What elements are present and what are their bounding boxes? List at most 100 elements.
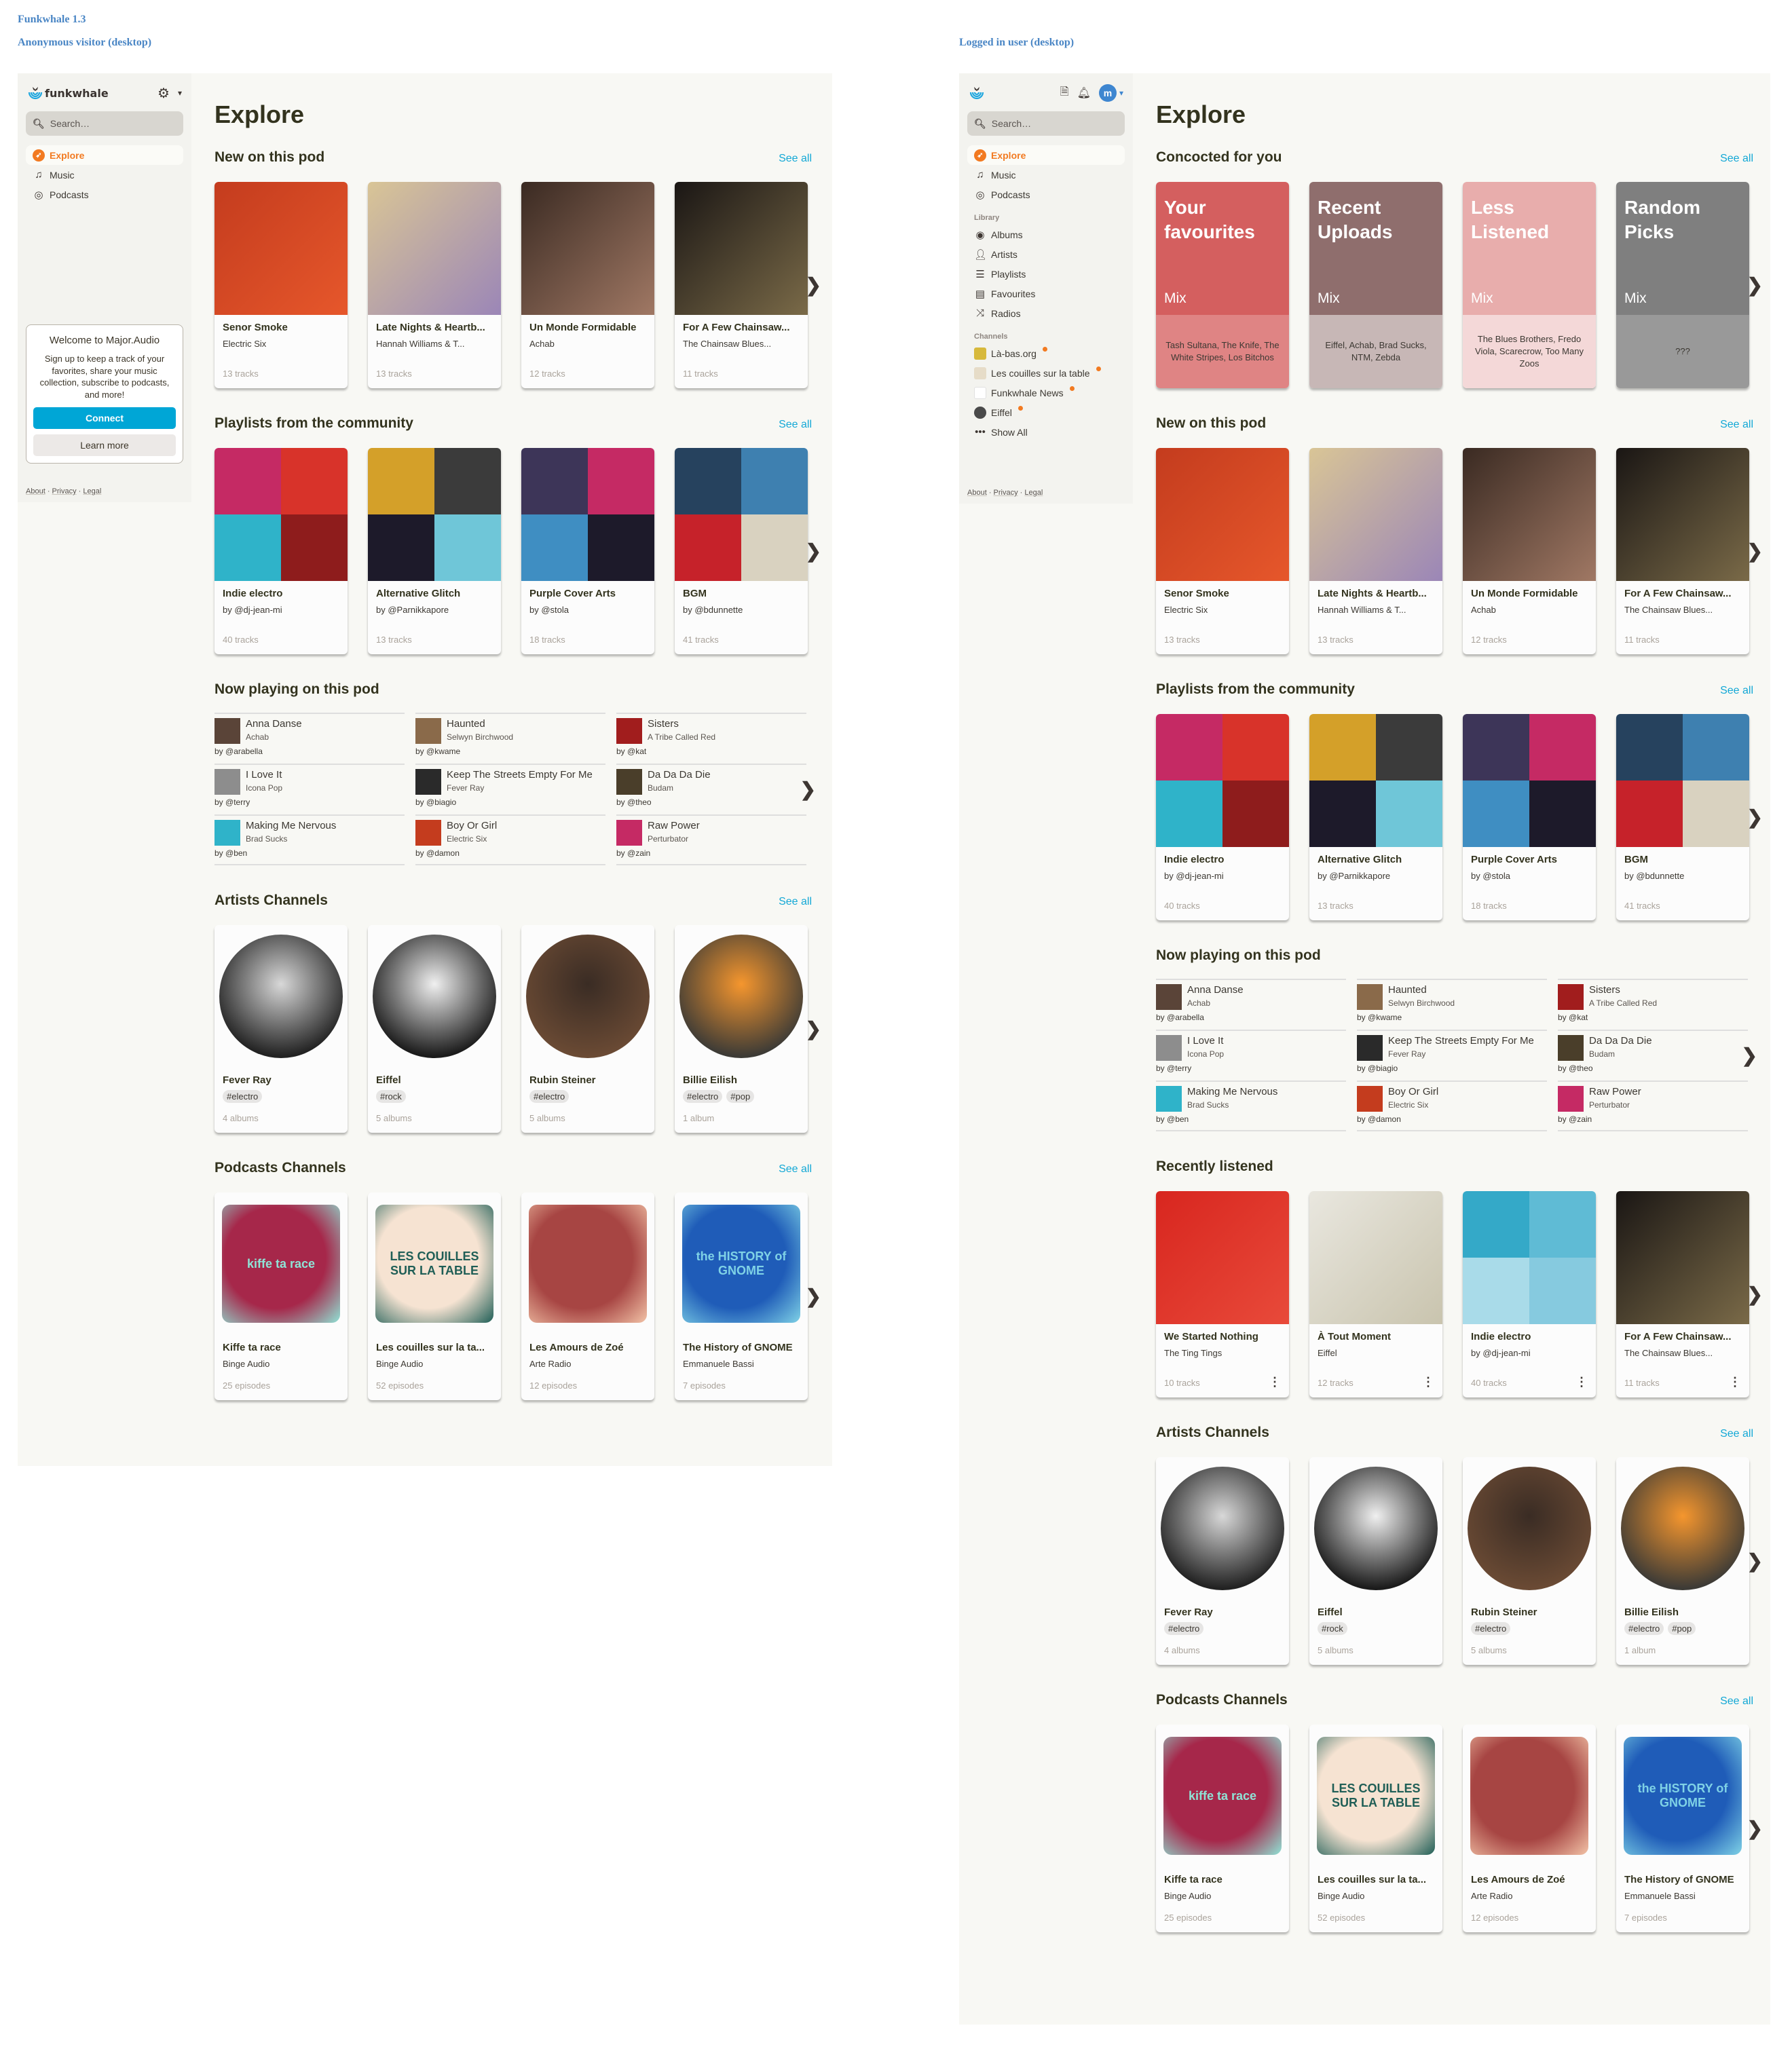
now-playing-item[interactable]: Keep The Streets Empty For Me Fever Ray by… [415, 764, 605, 814]
track-title[interactable]: Haunted [447, 718, 513, 730]
track-artist[interactable]: Selwyn Birchwood [1388, 998, 1455, 1008]
podcast-author[interactable]: Binge Audio [1164, 1891, 1281, 1901]
track-title[interactable]: Making Me Nervous [246, 820, 336, 831]
track-title[interactable]: Anna Danse [246, 718, 302, 730]
podcast-card[interactable]: Les Amours de Zoé Arte Radio 12 episodes [521, 1192, 654, 1400]
album-card[interactable]: Un Monde Formidable Achab 12 tracks [521, 182, 654, 388]
now-playing-item[interactable]: Making Me Nervous Brad Sucks by @ben [214, 814, 405, 865]
podcast-card[interactable]: Les Amours de Zoé Arte Radio 12 episodes [1463, 1725, 1596, 1932]
card-title[interactable]: BGM [1624, 854, 1741, 865]
next-arrow-icon[interactable]: ❯ [1742, 1044, 1757, 1066]
track-artist[interactable]: Achab [246, 732, 302, 742]
tag[interactable]: #electro [529, 1090, 570, 1103]
track-title[interactable]: I Love It [1187, 1035, 1224, 1047]
card-owner[interactable]: by @dj-jean-mi [1164, 871, 1281, 881]
track-artist[interactable]: Brad Sucks [1187, 1100, 1277, 1110]
card-artist[interactable]: Hannah Williams & T... [1318, 605, 1434, 615]
album-card[interactable]: Late Nights & Heartb... Hannah Williams &… [1309, 448, 1442, 654]
track-artist[interactable]: Perturbator [648, 834, 700, 844]
listener-user[interactable]: by @biagio [1357, 1064, 1547, 1073]
playlist-card[interactable]: Indie electro by @dj-jean-mi 40 tracks [1156, 714, 1289, 920]
now-playing-item[interactable]: I Love It Icona Pop by @terry [214, 764, 405, 814]
search-input[interactable] [991, 118, 1114, 129]
now-playing-item[interactable]: Sisters A Tribe Called Red by @kat [1558, 979, 1748, 1030]
listener-user[interactable]: by @zain [1558, 1114, 1748, 1124]
now-playing-item[interactable]: Boy Or Girl Electric Six by @damon [1357, 1080, 1547, 1131]
card-owner[interactable]: by @stola [529, 605, 646, 615]
listener-user[interactable]: by @ben [1156, 1114, 1346, 1124]
legal-link[interactable]: Legal [1024, 489, 1043, 497]
card-owner[interactable]: by @bdunnette [683, 605, 800, 615]
next-arrow-icon[interactable]: ❯ [800, 778, 816, 800]
tag[interactable]: #electro [223, 1090, 263, 1103]
nav-item-music[interactable]: ♫ Music [26, 165, 183, 185]
now-playing-item[interactable]: Boy Or Girl Electric Six by @damon [415, 814, 605, 865]
nav-item-explore[interactable]: ➶ Explore [26, 145, 183, 165]
card-title[interactable]: Late Nights & Heartb... [1318, 588, 1434, 599]
nav-item-playlists[interactable]: ☰ Playlists [967, 264, 1125, 284]
album-card[interactable]: Senor Smoke Electric Six 13 tracks [1156, 448, 1289, 654]
playlist-card[interactable]: Indie electro by @dj-jean-mi 40 tracks [214, 448, 348, 654]
tag[interactable]: #pop [1668, 1622, 1696, 1635]
track-artist[interactable]: Icona Pop [1187, 1049, 1224, 1059]
card-title[interactable]: Alternative Glitch [1318, 854, 1434, 865]
next-arrow-icon[interactable]: ❯ [806, 1285, 821, 1308]
card-artist[interactable]: Hannah Williams & T... [376, 339, 493, 349]
album-card[interactable]: Un Monde Formidable Achab 12 tracks [1463, 448, 1596, 654]
playlist-card[interactable]: Purple Cover Arts by @stola 18 tracks [1463, 714, 1596, 920]
artist-card[interactable]: Fever Ray #electro 4 albums [214, 925, 348, 1133]
card-title[interactable]: Purple Cover Arts [1471, 854, 1588, 865]
card-owner[interactable]: by @dj-jean-mi [223, 605, 339, 615]
card-owner[interactable]: by @bdunnette [1624, 871, 1741, 881]
chevron-down-icon[interactable]: ▾ [178, 88, 182, 98]
card-title[interactable]: We Started Nothing [1164, 1331, 1281, 1342]
listener-user[interactable]: by @zain [616, 848, 806, 858]
artist-card[interactable]: Eiffel #rock 5 albums [1309, 1457, 1442, 1665]
card-artist[interactable]: by @dj-jean-mi [1471, 1348, 1588, 1358]
artist-name[interactable]: Eiffel [376, 1074, 493, 1086]
card-artist[interactable]: The Ting Tings [1164, 1348, 1281, 1358]
artist-card[interactable]: Billie Eilish #electro #pop 1 album [1616, 1457, 1749, 1665]
artist-name[interactable]: Rubin Steiner [529, 1074, 646, 1086]
search-box[interactable]: 🔍︎ [967, 111, 1125, 136]
now-playing-item[interactable]: Keep The Streets Empty For Me Fever Ray by… [1357, 1030, 1547, 1080]
track-artist[interactable]: Electric Six [447, 834, 497, 844]
channel-la-bas[interactable]: Là-bas.org [967, 343, 1125, 363]
podcast-author[interactable]: Emmanuele Bassi [683, 1359, 800, 1369]
more-options-icon[interactable]: ⋮ [1422, 1375, 1434, 1389]
mix-card[interactable]: Random Picks Mix??? [1616, 182, 1749, 388]
podcast-card[interactable]: kiffe ta race Kiffe ta race Binge Audio 25 … [214, 1192, 348, 1400]
artist-name[interactable]: Eiffel [1318, 1606, 1434, 1618]
funkwhale-logo[interactable] [969, 86, 985, 100]
artist-name[interactable]: Fever Ray [1164, 1606, 1281, 1618]
now-playing-item[interactable]: Da Da Da Die Budam by @theo [616, 764, 806, 814]
listener-user[interactable]: by @damon [415, 848, 605, 858]
tag[interactable]: #electro [1624, 1622, 1664, 1635]
nav-item-albums[interactable]: ◉ Albums [967, 225, 1125, 244]
see-all-link[interactable]: See all [779, 153, 812, 165]
card-title[interactable]: Senor Smoke [1164, 588, 1281, 599]
see-all-link[interactable]: See all [779, 896, 812, 908]
podcast-author[interactable]: Binge Audio [223, 1359, 339, 1369]
nav-item-favourites[interactable]: ▤ Favourites [967, 284, 1125, 303]
artist-card[interactable]: Billie Eilish #electro #pop 1 album [675, 925, 808, 1133]
listener-user[interactable]: by @kwame [1357, 1013, 1547, 1022]
listener-user[interactable]: by @theo [616, 797, 806, 807]
nav-item-radios[interactable]: ⤨ Radios [967, 303, 1125, 323]
track-artist[interactable]: Brad Sucks [246, 834, 336, 844]
podcast-title[interactable]: Les Amours de Zoé [529, 1342, 646, 1353]
listener-user[interactable]: by @ben [214, 848, 405, 858]
see-all-link[interactable]: See all [1720, 1428, 1753, 1440]
see-all-link[interactable]: See all [1720, 153, 1753, 165]
card-title[interactable]: Indie electro [1164, 854, 1281, 865]
track-title[interactable]: Da Da Da Die [648, 769, 711, 781]
artist-card[interactable]: Rubin Steiner #electro 5 albums [1463, 1457, 1596, 1665]
show-all-channels[interactable]: ••• Show All [967, 422, 1125, 442]
nav-item-explore[interactable]: ➶ Explore [967, 145, 1125, 165]
see-all-link[interactable]: See all [779, 1163, 812, 1176]
track-title[interactable]: Keep The Streets Empty For Me [447, 769, 593, 781]
track-artist[interactable]: Perturbator [1589, 1100, 1641, 1110]
track-title[interactable]: Da Da Da Die [1589, 1035, 1652, 1047]
card-title[interactable]: Un Monde Formidable [1471, 588, 1588, 599]
listener-user[interactable]: by @kwame [415, 747, 605, 756]
